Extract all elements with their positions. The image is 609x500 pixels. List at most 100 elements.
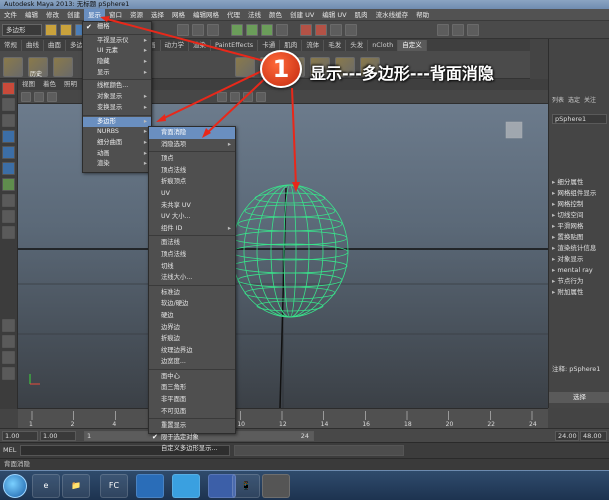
attribute-section[interactable]: 置换贴图 (552, 232, 609, 243)
isolate-select-icon[interactable] (256, 91, 266, 102)
select-by-object-icon[interactable] (192, 23, 204, 36)
polygon-menu-item[interactable]: 顶点 (149, 153, 235, 165)
polygon-menu-item[interactable]: 非平面面 (149, 394, 235, 406)
shelf-tab-13[interactable]: 毛发 (324, 39, 347, 51)
playback-end-field[interactable]: 24.00 (555, 431, 579, 441)
attribute-section[interactable]: 细分属性 (552, 177, 609, 188)
render-settings-icon[interactable] (330, 23, 342, 36)
layout-two-icon[interactable] (2, 351, 15, 364)
shelf-tab-1[interactable]: 曲线 (22, 39, 44, 51)
polygon-menu-item[interactable]: 组件 ID (149, 223, 235, 235)
tab-focus[interactable]: 关注 (584, 95, 596, 104)
fc-taskbar-icon[interactable]: FC (100, 474, 128, 498)
polygon-menu-item[interactable]: 自定义多边形显示... (149, 443, 235, 455)
display-menu-item[interactable]: 隐藏 (83, 57, 151, 68)
tool-settings-toggle-icon[interactable] (467, 23, 479, 36)
snap-point-icon[interactable] (261, 23, 273, 36)
polygon-menu-item[interactable]: UV (149, 188, 235, 200)
polygon-menu-item[interactable]: 软边/硬边 (149, 298, 235, 310)
channel-box-toggle-icon[interactable] (437, 23, 449, 36)
display-menu-item[interactable]: 线框颜色... (83, 81, 151, 92)
polygon-menu-item[interactable]: 折痕顶点 (149, 176, 235, 188)
select-by-hierarchy-icon[interactable] (177, 23, 189, 36)
polygon-menu-item[interactable]: 边界边 (149, 322, 235, 334)
lights-icon[interactable] (230, 91, 240, 102)
menu-15[interactable]: 肌肉 (351, 9, 372, 21)
move-tool-icon[interactable] (2, 130, 15, 143)
layout-outliner-icon[interactable] (2, 367, 15, 380)
polygon-menu-item[interactable]: 折痕边 (149, 333, 235, 345)
display-menu-item[interactable]: 细分曲面 (83, 138, 151, 149)
mode-selector[interactable]: 多边形 (2, 23, 42, 36)
attribute-section[interactable]: mental ray (552, 265, 609, 276)
paint-select-tool-icon[interactable] (2, 114, 15, 127)
layout-four-icon[interactable] (2, 335, 15, 348)
camera-icon[interactable] (21, 91, 31, 102)
attribute-section[interactable]: 平滑网格 (552, 221, 609, 232)
polygon-menu-item[interactable]: 面三角形 (149, 382, 235, 394)
polygon-menu-item[interactable]: 边宽度... (149, 356, 235, 368)
polygon-menu-item[interactable]: 不可见面 (149, 406, 235, 418)
shelf-tab-12[interactable]: 流体 (302, 39, 325, 51)
attribute-section[interactable]: 渲染统计信息 (552, 243, 609, 254)
textured-icon[interactable] (217, 91, 227, 102)
lasso-tool-icon[interactable] (2, 98, 15, 111)
shelf-tab-14[interactable]: 头发 (346, 39, 369, 51)
attribute-editor-toggle-icon[interactable] (452, 23, 464, 36)
attribute-section[interactable]: 节点行为 (552, 276, 609, 287)
new-scene-icon[interactable] (45, 23, 57, 36)
polygon-menu-item[interactable]: 硬边 (149, 310, 235, 322)
menu-3[interactable]: 创建 (63, 9, 84, 21)
polygon-menu-item[interactable]: 顶点法线 (149, 249, 235, 261)
hypershade-icon[interactable] (345, 23, 357, 36)
snap-surface-icon[interactable] (276, 23, 288, 36)
polygon-menu-item[interactable]: 消隐选项 (149, 139, 235, 151)
maya-taskbar-icon[interactable] (262, 474, 290, 498)
menu-2[interactable]: 修改 (42, 9, 63, 21)
display-menu-item[interactable]: 动画 (83, 149, 151, 160)
mel-label[interactable]: MEL (3, 446, 16, 454)
app-taskbar-icon[interactable] (172, 474, 200, 498)
shelf-tab-16[interactable]: 自定义 (398, 39, 427, 51)
snap-grid-icon[interactable] (231, 23, 243, 36)
menu-4[interactable]: 显示 (84, 8, 105, 21)
universal-manipulator-icon[interactable] (2, 178, 15, 191)
menu-7[interactable]: 选择 (147, 9, 168, 21)
attribute-section[interactable]: 附加属性 (552, 287, 609, 298)
attribute-section[interactable]: 网格控制 (552, 199, 609, 210)
display-menu-item[interactable]: 多边形 (83, 116, 151, 128)
display-menu-item[interactable]: NURBS (83, 127, 151, 138)
viewport-menu-item-0[interactable]: 视图 (18, 79, 39, 90)
display-menu-item[interactable]: ✔ 栅格 (83, 22, 151, 33)
shelf-tab-15[interactable]: nCloth (368, 39, 399, 51)
menu-13[interactable]: 创建 UV (286, 9, 318, 21)
layout-single-icon[interactable] (2, 319, 15, 332)
shelf-tab-9[interactable]: PaintEffects (211, 39, 259, 51)
menu-1[interactable]: 编辑 (21, 9, 42, 21)
explorer-taskbar-icon[interactable]: 📁 (62, 474, 90, 498)
attribute-section[interactable]: 切线空间 (552, 210, 609, 221)
menu-8[interactable]: 网格 (168, 9, 189, 21)
soft-mod-tool-icon[interactable] (2, 194, 15, 207)
menu-17[interactable]: 帮助 (412, 9, 433, 21)
menu-6[interactable]: 资源 (126, 9, 147, 21)
end-time-field[interactable]: 48.00 (580, 431, 607, 441)
shelf-tab-11[interactable]: 肌肉 (280, 39, 303, 51)
polygon-menu-item[interactable]: ✔ 限于选定对象 (149, 432, 235, 444)
polygon-menu-item[interactable]: 标准边 (149, 287, 235, 299)
menu-16[interactable]: 流水线缓存 (372, 9, 413, 21)
shelf-tab-0[interactable]: 常规 (0, 39, 22, 51)
attribute-section[interactable]: 对象显示 (552, 254, 609, 265)
render-frame-icon[interactable] (300, 23, 312, 36)
attribute-section[interactable]: 网格组件显示 (552, 188, 609, 199)
polygon-menu-item[interactable]: 面法线 (149, 237, 235, 249)
select-button[interactable]: 选择 (549, 392, 609, 403)
last-tool-icon[interactable] (2, 226, 15, 239)
select-by-component-icon[interactable] (207, 23, 219, 36)
menu-14[interactable]: 编辑 UV (318, 9, 350, 21)
menu-5[interactable]: 窗口 (105, 9, 126, 21)
ipr-render-icon[interactable] (315, 23, 327, 36)
polygon-menu-item[interactable]: 重置显示 (149, 420, 235, 432)
wireframe-icon[interactable] (34, 91, 44, 102)
shelf-tab-8[interactable]: 渲染 (189, 39, 211, 51)
